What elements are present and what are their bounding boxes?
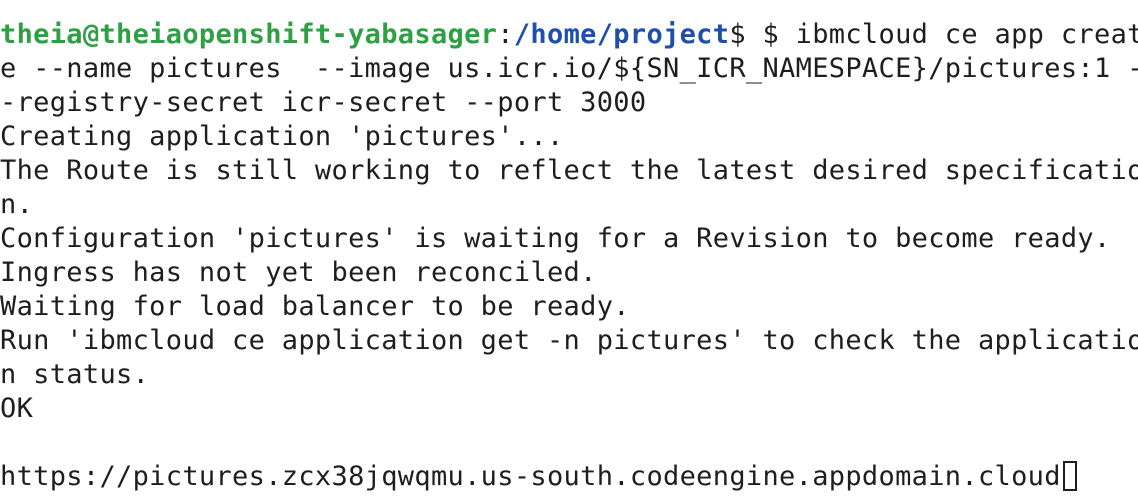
output-line: OK (0, 393, 34, 424)
output-line: n status. (0, 359, 150, 390)
partial-top-line (0, 0, 1138, 18)
output-line: Creating application 'pictures'... (0, 121, 564, 152)
output-line: Ingress has not yet been reconciled. (0, 257, 597, 288)
prompt-symbol: $ (729, 19, 746, 50)
app-url[interactable]: https://pictures.zcx38jqwqmu.us-south.co… (0, 461, 1061, 492)
url-line: https://pictures.zcx38jqwqmu.us-south.co… (0, 460, 1138, 494)
terminal-window[interactable]: theia@theiaopenshift-yabasager:/home/pro… (0, 0, 1138, 500)
command-text: $ ibmcloud ce app creat (745, 19, 1138, 50)
output-line: Waiting for load balancer to be ready. (0, 291, 630, 322)
terminal-output: theia@theiaopenshift-yabasager:/home/pro… (0, 0, 1138, 494)
output-line: n. (0, 189, 34, 220)
output-line: Run 'ibmcloud ce application get -n pict… (0, 325, 1138, 356)
prompt-user-host: theia@theiaopenshift-yabasager (0, 19, 498, 50)
output-line: The Route is still working to reflect th… (0, 155, 1138, 186)
cursor-block (1062, 461, 1077, 491)
output-line: -registry-secret icr-secret --port 3000 (0, 87, 647, 118)
prompt-line: theia@theiaopenshift-yabasager:/home/pro… (0, 18, 1138, 52)
output-line: e --name pictures --image us.icr.io/${SN… (0, 53, 1138, 84)
prompt-separator: : (497, 19, 514, 50)
prompt-path: /home/project (513, 19, 730, 50)
output-line: Configuration 'pictures' is waiting for … (0, 223, 1111, 254)
